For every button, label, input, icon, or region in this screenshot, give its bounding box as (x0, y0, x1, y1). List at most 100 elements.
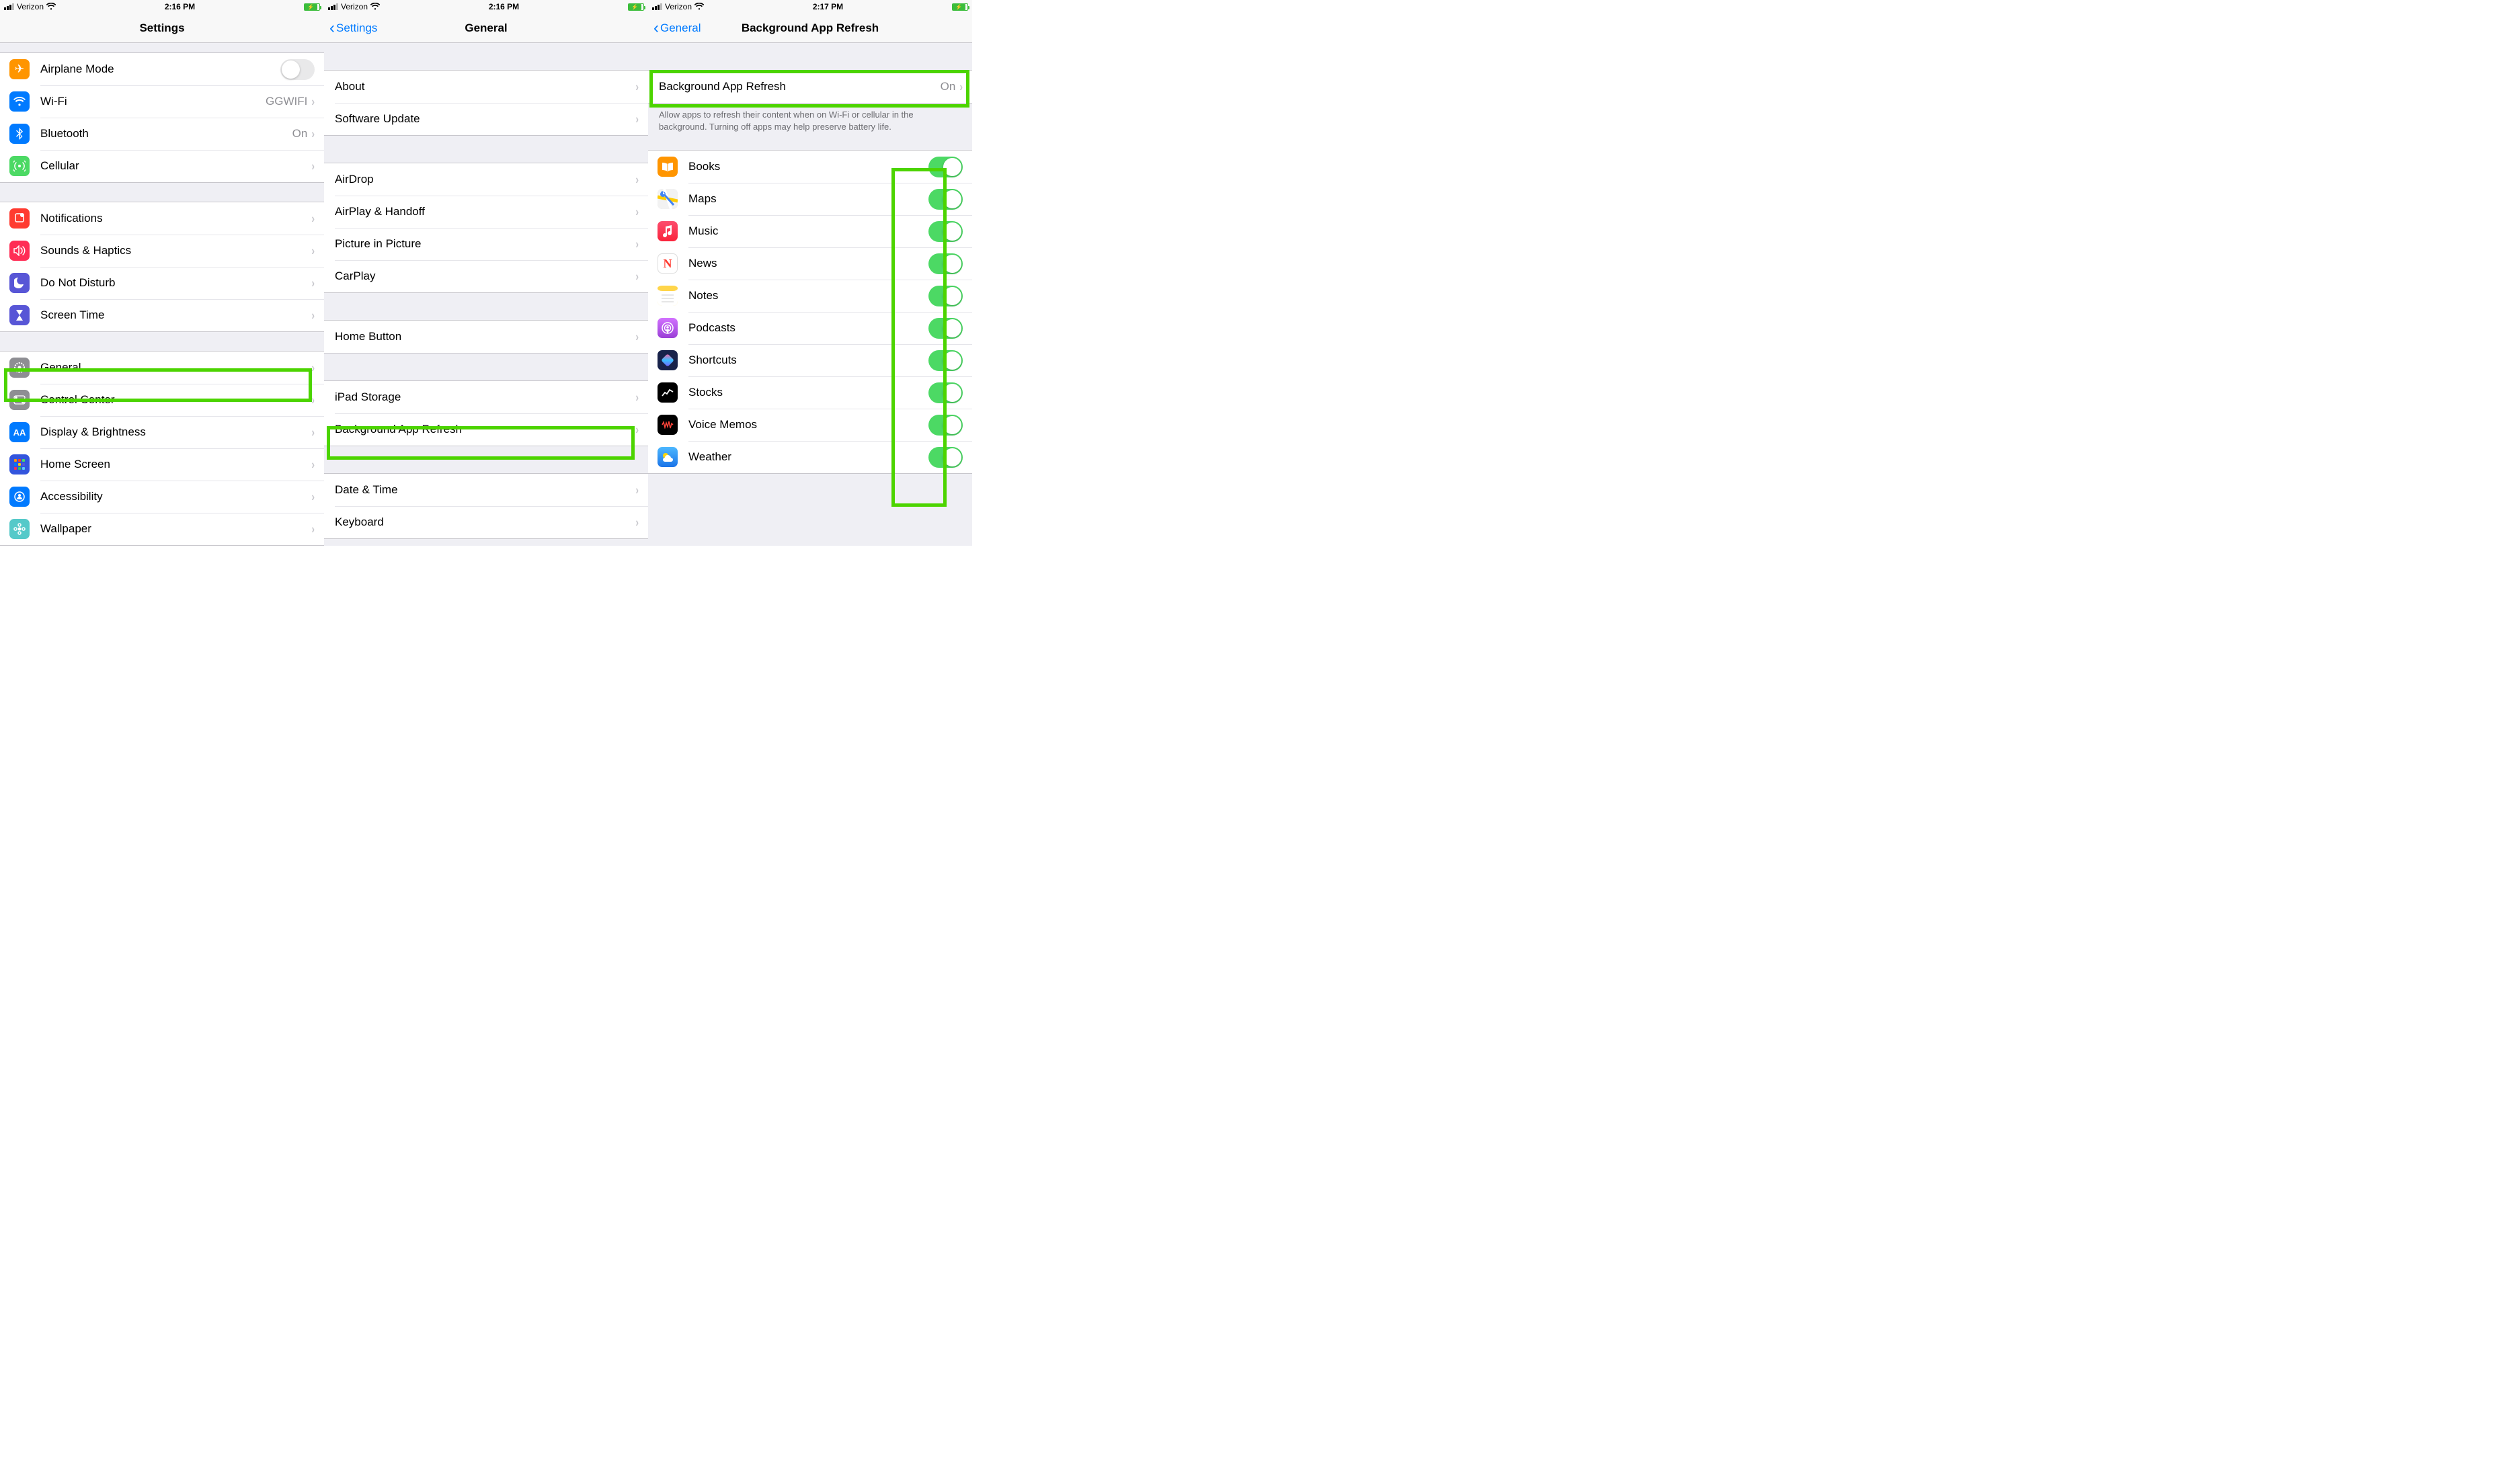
signal-icon (652, 3, 662, 10)
row-label: Background App Refresh (659, 80, 941, 93)
row-home-screen[interactable]: Home Screen› (0, 448, 324, 481)
chevron-right-icon: › (311, 393, 315, 407)
row-app-stocks[interactable]: Stocks (648, 376, 972, 409)
content[interactable]: ✈Airplane ModeWi-FiGGWIFI›BluetoothOn›Ce… (0, 43, 324, 546)
row-label: Home Screen (40, 458, 311, 471)
row-picture-in-picture[interactable]: Picture in Picture› (324, 228, 648, 260)
app-stocks-toggle[interactable] (928, 382, 963, 403)
group: Books Maps MusicNNewsNotesPodcastsShortcut… (648, 150, 972, 474)
row-background-app-refresh-master[interactable]: Background App RefreshOn› (648, 71, 972, 103)
row-label: Control Center (40, 393, 311, 407)
group: Date & Time›Keyboard› (324, 473, 648, 539)
row-airplay-handoff[interactable]: AirPlay & Handoff› (324, 196, 648, 228)
row-accessibility[interactable]: Accessibility› (0, 481, 324, 513)
app-notes-icon (658, 286, 678, 306)
row-airplane-mode[interactable]: ✈Airplane Mode (0, 53, 324, 85)
row-bluetooth[interactable]: BluetoothOn› (0, 118, 324, 150)
row-app-podcasts[interactable]: Podcasts (648, 312, 972, 344)
content[interactable]: About›Software Update›AirDrop›AirPlay & … (324, 43, 648, 539)
group: Background App RefreshOn› (648, 70, 972, 104)
group: AirDrop›AirPlay & Handoff›Picture in Pic… (324, 163, 648, 293)
status-bar: Verizon 2:16 PM ⚡ (0, 0, 324, 13)
row-label: Voice Memos (688, 418, 928, 431)
chevron-right-icon: › (311, 276, 315, 290)
app-shortcuts-toggle[interactable] (928, 350, 963, 371)
app-books-toggle[interactable] (928, 157, 963, 177)
row-detail: GGWIFI (266, 95, 307, 108)
row-do-not-disturb[interactable]: Do Not Disturb› (0, 267, 324, 299)
chevron-right-icon: › (311, 308, 315, 323)
row-app-notes[interactable]: Notes (648, 280, 972, 312)
row-background-app-refresh[interactable]: Background App Refresh› (324, 413, 648, 446)
app-notes-toggle[interactable] (928, 286, 963, 306)
row-screen-time[interactable]: Screen Time› (0, 299, 324, 331)
app-music-toggle[interactable] (928, 221, 963, 242)
chevron-right-icon: › (311, 458, 315, 472)
chevron-right-icon: › (635, 390, 639, 405)
carrier-label: Verizon (17, 2, 44, 11)
chevron-right-icon: › (635, 173, 639, 187)
row-software-update[interactable]: Software Update› (324, 103, 648, 135)
row-ipad-storage[interactable]: iPad Storage› (324, 381, 648, 413)
row-label: Picture in Picture (335, 237, 635, 251)
chevron-right-icon: › (311, 361, 315, 375)
row-date-time[interactable]: Date & Time› (324, 474, 648, 506)
app-voice-memos-toggle[interactable] (928, 415, 963, 436)
row-label: CarPlay (335, 270, 635, 283)
row-label: Stocks (688, 386, 928, 399)
airplane-mode-toggle[interactable] (280, 59, 315, 80)
row-label: Do Not Disturb (40, 276, 311, 290)
row-label: Background App Refresh (335, 423, 635, 436)
app-weather-toggle[interactable] (928, 447, 963, 468)
row-general[interactable]: General› (0, 352, 324, 384)
row-app-news[interactable]: NNews (648, 247, 972, 280)
row-cellular[interactable]: Cellular› (0, 150, 324, 182)
chevron-right-icon: › (311, 127, 315, 141)
clock-label: 2:16 PM (489, 2, 519, 11)
carrier-label: Verizon (341, 2, 368, 11)
app-podcasts-toggle[interactable] (928, 318, 963, 339)
row-label: Software Update (335, 112, 635, 126)
chevron-right-icon: › (311, 95, 315, 109)
chevron-right-icon: › (635, 237, 639, 251)
row-airdrop[interactable]: AirDrop› (324, 163, 648, 196)
row-wallpaper[interactable]: Wallpaper› (0, 513, 324, 545)
wifi-icon (9, 91, 30, 112)
screen-settings: Verizon 2:16 PM ⚡ Settings ✈Airplane Mod… (0, 0, 324, 546)
back-button[interactable]: ‹ Settings (329, 13, 377, 42)
battery-icon: ⚡ (628, 3, 644, 11)
bluetooth-icon (9, 124, 30, 144)
row-app-shortcuts[interactable]: Shortcuts (648, 344, 972, 376)
content[interactable]: Background App RefreshOn›Allow apps to r… (648, 43, 972, 474)
status-bar: Verizon 2:16 PM ⚡ (324, 0, 648, 13)
group: ✈Airplane ModeWi-FiGGWIFI›BluetoothOn›Ce… (0, 52, 324, 183)
row-label: About (335, 80, 635, 93)
cellular-icon (9, 156, 30, 176)
row-notifications[interactable]: Notifications› (0, 202, 324, 235)
row-home-button[interactable]: Home Button› (324, 321, 648, 353)
row-display-brightness[interactable]: AADisplay & Brightness› (0, 416, 324, 448)
row-sounds-haptics[interactable]: Sounds & Haptics› (0, 235, 324, 267)
chevron-right-icon: › (635, 80, 639, 94)
row-label: Maps (688, 192, 928, 206)
row-label: Sounds & Haptics (40, 244, 311, 257)
row-app-maps[interactable]: Maps (648, 183, 972, 215)
row-control-center[interactable]: Control Center› (0, 384, 324, 416)
row-wifi[interactable]: Wi-FiGGWIFI› (0, 85, 324, 118)
app-news-toggle[interactable] (928, 253, 963, 274)
page-title: General (465, 22, 507, 35)
app-shortcuts-icon (658, 350, 678, 370)
back-button[interactable]: ‹ General (653, 13, 701, 42)
row-keyboard[interactable]: Keyboard› (324, 506, 648, 538)
row-app-music[interactable]: Music (648, 215, 972, 247)
chevron-right-icon: › (311, 490, 315, 504)
row-app-weather[interactable]: Weather (648, 441, 972, 473)
row-carplay[interactable]: CarPlay› (324, 260, 648, 292)
row-about[interactable]: About› (324, 71, 648, 103)
row-app-voice-memos[interactable]: Voice Memos (648, 409, 972, 441)
app-maps-toggle[interactable] (928, 189, 963, 210)
chevron-right-icon: › (311, 522, 315, 536)
chevron-right-icon: › (311, 159, 315, 173)
clock-label: 2:16 PM (165, 2, 195, 11)
row-app-books[interactable]: Books (648, 151, 972, 183)
